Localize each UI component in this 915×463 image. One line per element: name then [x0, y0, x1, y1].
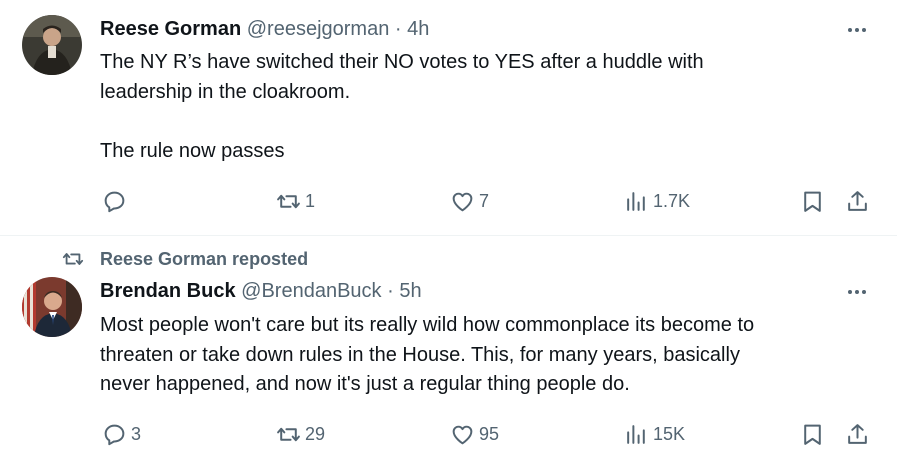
tweet-header: Brendan Buck @BrendanBuck · 5h: [100, 278, 422, 304]
text-line: The NY R’s have switched their NO votes …: [100, 51, 704, 73]
reply-button[interactable]: [102, 186, 131, 216]
reply-button[interactable]: 3: [102, 419, 141, 449]
repost-button[interactable]: 1: [276, 186, 315, 216]
repost-icon: [277, 427, 300, 441]
repost-label: Reese Gorman reposted: [100, 248, 309, 269]
like-count: 95: [479, 423, 500, 444]
like-button[interactable]: 7: [450, 186, 489, 216]
action-bar: 3 29 95 15K: [0, 419, 897, 449]
views-count: 15K: [653, 423, 686, 444]
repost-count: 1: [305, 190, 316, 211]
text-line: leadership in the cloakroom.: [100, 80, 351, 103]
author-handle[interactable]: @reesejgorman: [247, 18, 390, 40]
avatar[interactable]: [22, 15, 82, 75]
like-icon: [452, 192, 473, 211]
share-button[interactable]: [845, 419, 870, 449]
repost-button[interactable]: 29: [276, 419, 325, 449]
share-icon: [848, 423, 867, 444]
author-name[interactable]: Brendan Buck: [100, 280, 236, 302]
like-icon: [452, 425, 473, 444]
views-button[interactable]: 15K: [624, 419, 685, 449]
more-icon[interactable]: [845, 282, 869, 302]
reply-icon: [104, 424, 125, 445]
tweet[interactable]: Reese Gorman @reesejgorman · 4h The NY R…: [0, 0, 897, 236]
views-icon: [627, 424, 645, 444]
bookmark-icon: [804, 191, 821, 212]
text-line: Most people won't care but its really wi…: [100, 314, 755, 336]
bookmark-icon: [804, 424, 821, 445]
repost-indicator[interactable]: Reese Gorman reposted: [62, 246, 308, 272]
bookmark-button[interactable]: [800, 186, 825, 216]
repost-icon: [277, 194, 300, 208]
text-line: The rule now passes: [100, 139, 285, 162]
views-button[interactable]: 1.7K: [624, 186, 690, 216]
timestamp[interactable]: 5h: [399, 280, 421, 302]
avatar[interactable]: [22, 277, 82, 337]
action-bar: 1 7 1.7K: [0, 186, 897, 216]
reply-count: 3: [131, 423, 142, 444]
author-name[interactable]: Reese Gorman: [100, 18, 241, 40]
separator-dot: ·: [387, 280, 394, 302]
text-line: [100, 107, 880, 137]
text-line: threaten or take down rules in the House…: [100, 343, 740, 366]
timestamp[interactable]: 4h: [407, 18, 429, 40]
share-icon: [848, 190, 867, 211]
tweet-header: Reese Gorman @reesejgorman · 4h: [100, 16, 429, 42]
repost-count: 29: [305, 423, 326, 444]
like-count: 7: [479, 190, 490, 211]
tweet-text: Most people won't care but its really wi…: [100, 311, 880, 400]
text-line: never happened, and now it's just a regu…: [100, 373, 630, 395]
reply-icon: [104, 191, 125, 212]
repost-icon: [62, 253, 84, 265]
share-button[interactable]: [845, 186, 870, 216]
more-icon[interactable]: [845, 20, 869, 40]
tweet-text: The NY R’s have switched their NO votes …: [100, 48, 880, 166]
separator-dot: ·: [394, 18, 402, 40]
bookmark-button[interactable]: [800, 419, 825, 449]
views-count: 1.7K: [653, 190, 691, 211]
like-button[interactable]: 95: [450, 419, 499, 449]
tweet[interactable]: Reese Gorman reposted Brendan Buck @Bren…: [0, 236, 897, 463]
author-handle[interactable]: @BrendanBuck: [241, 280, 381, 302]
views-icon: [627, 191, 645, 211]
